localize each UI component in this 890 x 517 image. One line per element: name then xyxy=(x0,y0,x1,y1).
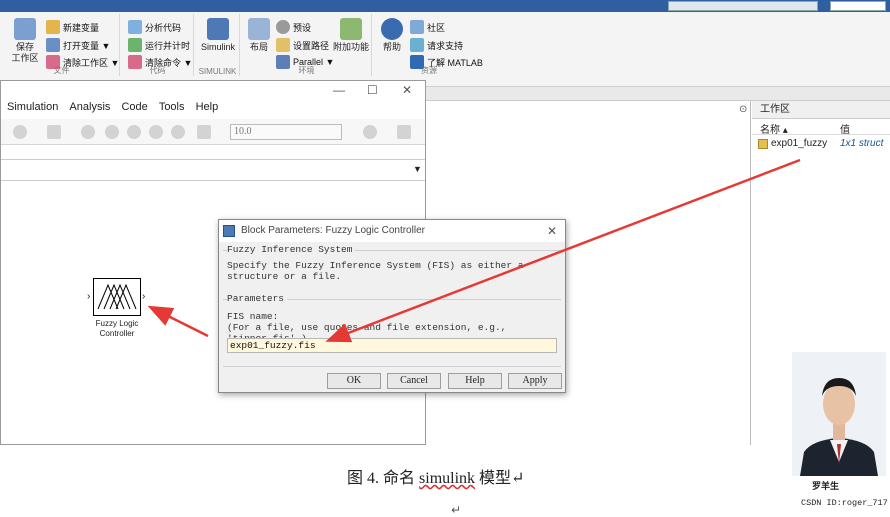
arrow-to-block xyxy=(147,305,209,338)
figure-caption: 图 4. 命名 simulink 模型↵ xyxy=(347,470,525,487)
paragraph-mark: ↵ xyxy=(451,503,462,517)
portrait-photo xyxy=(792,352,886,476)
csdn-id: CSDN ID:roger_717 xyxy=(801,498,888,508)
arrow-to-fis-input xyxy=(325,158,801,343)
annotation-arrows xyxy=(147,158,801,343)
signature: 罗羊生 xyxy=(812,482,840,492)
